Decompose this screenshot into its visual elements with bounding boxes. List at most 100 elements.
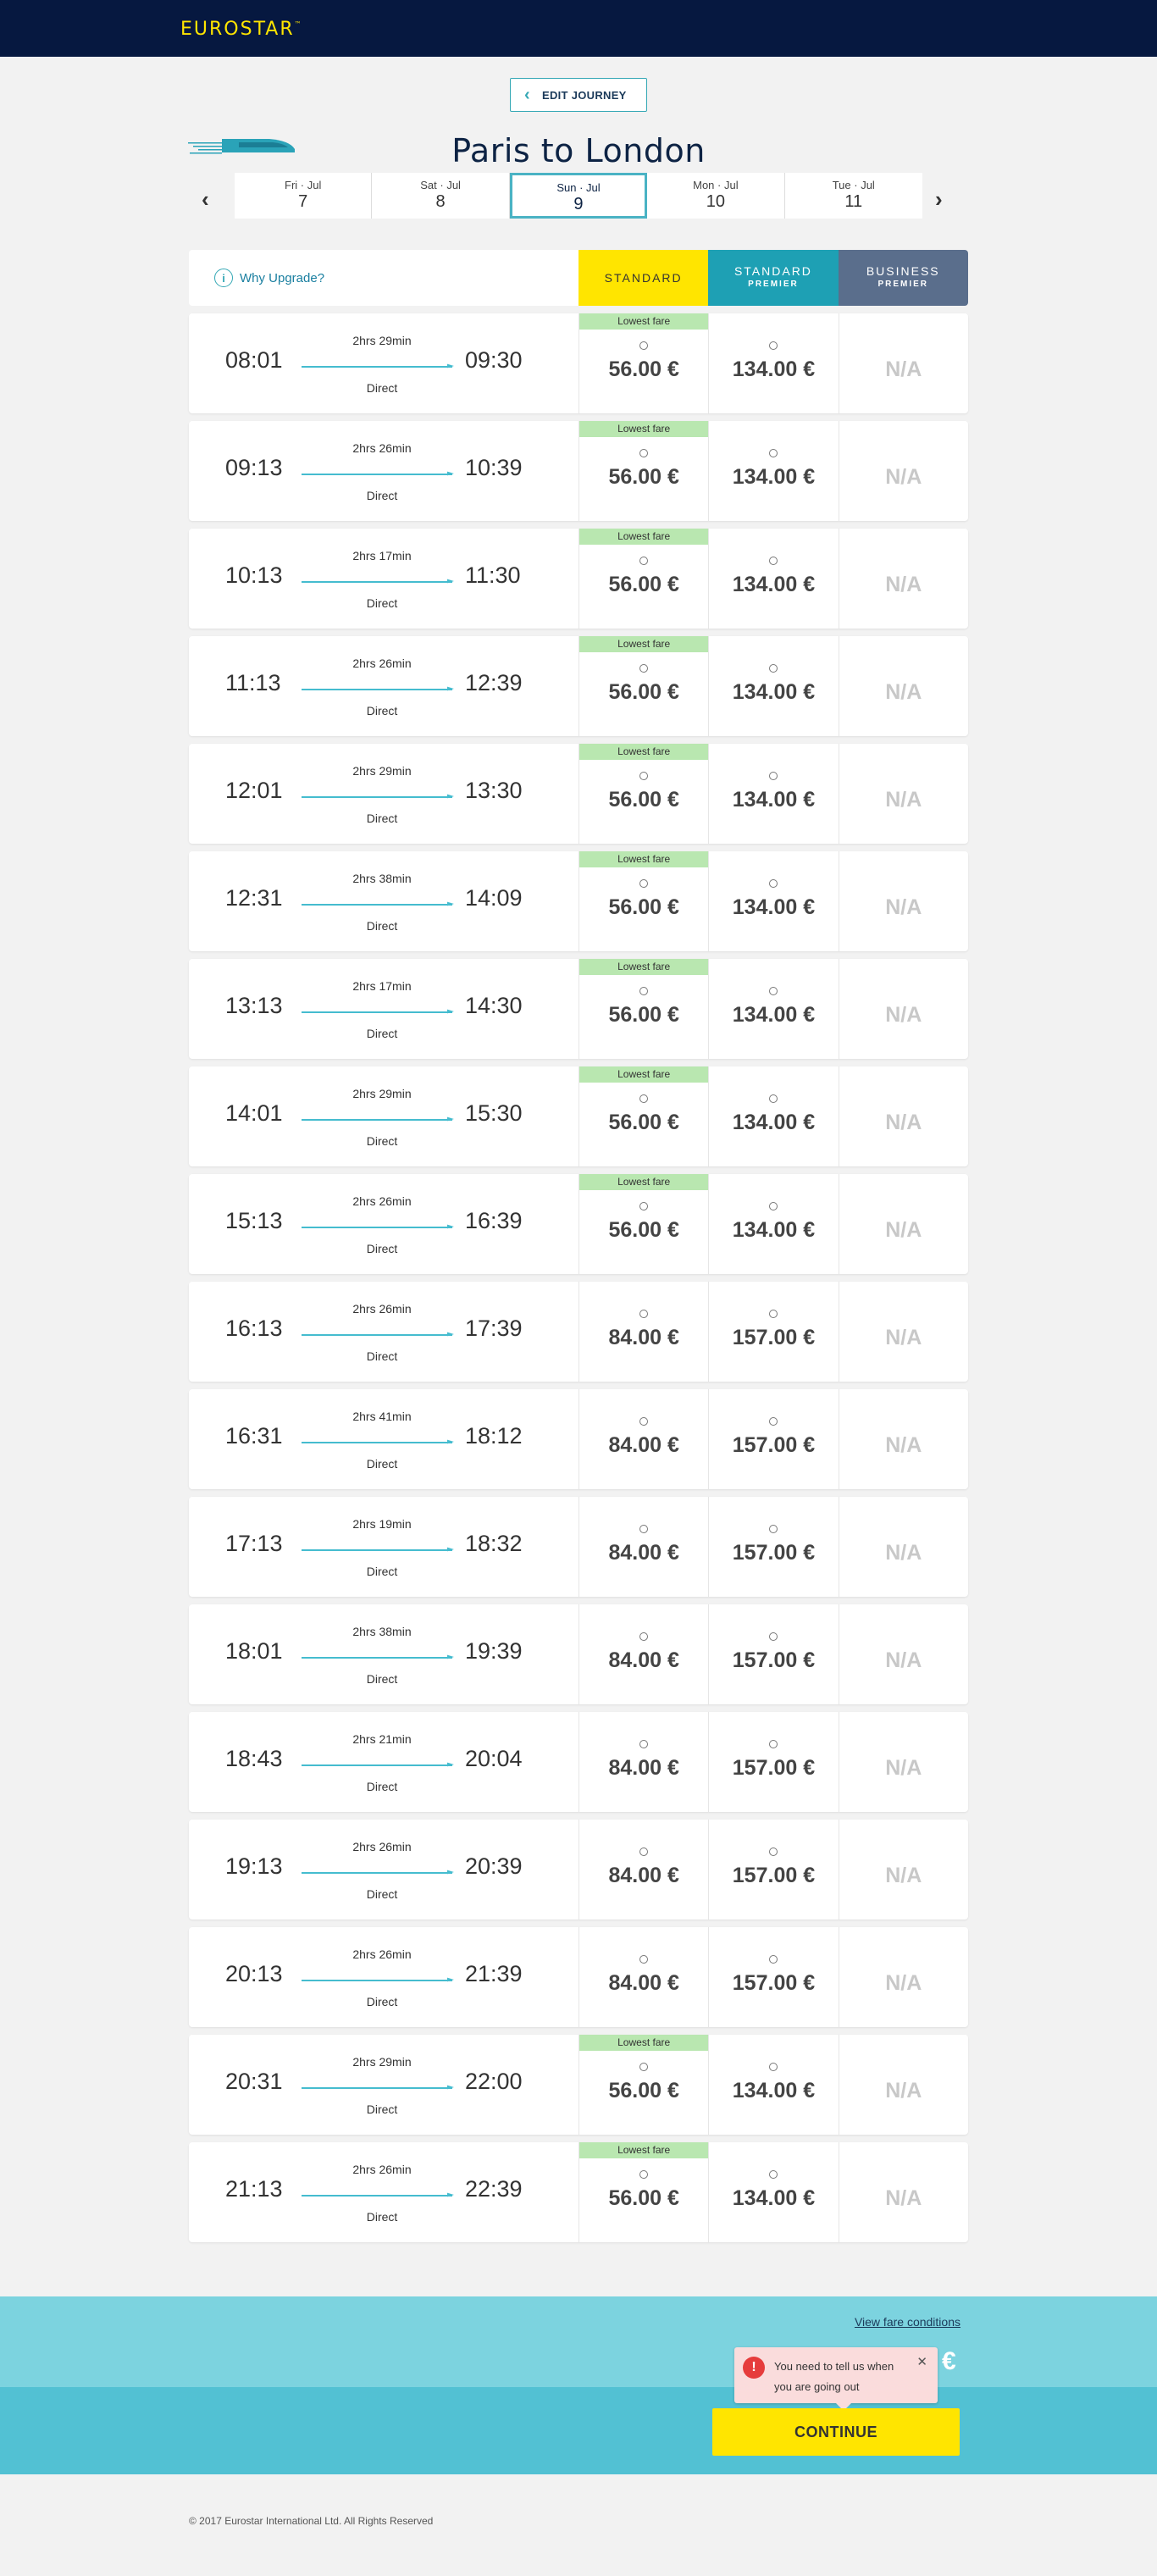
radio-button[interactable] [769, 341, 778, 350]
standard-premier-fare-option[interactable]: 134.00 € [708, 2035, 838, 2135]
lowest-fare-badge: Lowest fare [579, 529, 709, 545]
date-tab-9[interactable]: Sun · Jul 9 [509, 173, 648, 219]
radio-button[interactable] [769, 1310, 778, 1318]
standard-premier-fare-option[interactable]: 157.00 € [708, 1497, 838, 1597]
view-fare-conditions-link[interactable]: View fare conditions [855, 2315, 960, 2329]
standard-fare-option[interactable]: Lowest fare 56.00 € [578, 2035, 709, 2135]
radio-button[interactable] [639, 1310, 649, 1318]
radio-button[interactable] [769, 1094, 778, 1103]
radio-button[interactable] [639, 879, 649, 888]
standard-premier-fare-option[interactable]: 134.00 € [708, 959, 838, 1059]
journey-row: 18:43 2hrs 21min Direct 20:04 84.00 € 157.00 … [189, 1712, 968, 1812]
not-available-label: N/A [885, 1541, 922, 1565]
standard-fare-option[interactable]: Lowest fare 56.00 € [578, 1174, 709, 1274]
next-dates-arrow-icon[interactable]: › [935, 186, 943, 213]
radio-button[interactable] [769, 449, 778, 457]
business-premier-fare-option: N/A [838, 2035, 968, 2135]
journey-row: 18:01 2hrs 38min Direct 19:39 84.00 € 157.00 … [189, 1604, 968, 1704]
radio-button[interactable] [639, 1955, 649, 1964]
standard-premier-fare-option[interactable]: 157.00 € [708, 1604, 838, 1704]
standard-fare-option[interactable]: Lowest fare 56.00 € [578, 2142, 709, 2242]
standard-fare-option[interactable]: Lowest fare 56.00 € [578, 1066, 709, 1166]
standard-fare-option[interactable]: 84.00 € [578, 1927, 708, 2027]
standard-premier-fare-option[interactable]: 134.00 € [708, 421, 838, 521]
radio-button[interactable] [769, 1632, 778, 1641]
continue-button[interactable]: CONTINUE [712, 2408, 960, 2456]
radio-button[interactable] [769, 772, 778, 780]
date-tab-8[interactable]: Sat · Jul 8 [372, 173, 510, 219]
standard-fare-option[interactable]: 84.00 € [578, 1282, 708, 1382]
journey-arrow-icon [302, 689, 452, 690]
standard-fare-option[interactable]: Lowest fare 56.00 € [578, 529, 709, 629]
radio-button[interactable] [769, 1417, 778, 1426]
standard-fare-option[interactable]: Lowest fare 56.00 € [578, 959, 709, 1059]
close-icon[interactable]: ✕ [916, 2354, 927, 2369]
radio-button[interactable] [639, 1740, 649, 1748]
radio-button[interactable] [639, 449, 649, 457]
standard-premier-fare-option[interactable]: 157.00 € [708, 1927, 838, 2027]
standard-premier-fare-option[interactable]: 134.00 € [708, 1174, 838, 1274]
standard-fare-option[interactable]: 84.00 € [578, 1389, 708, 1489]
standard-premier-fare-option[interactable]: 134.00 € [708, 1066, 838, 1166]
standard-premier-fare-option[interactable]: 134.00 € [708, 636, 838, 736]
radio-button[interactable] [639, 1202, 649, 1210]
radio-button[interactable] [639, 1417, 649, 1426]
radio-button[interactable] [639, 1632, 649, 1641]
radio-button[interactable] [769, 557, 778, 565]
radio-button[interactable] [769, 1955, 778, 1964]
standard-fare-option[interactable]: Lowest fare 56.00 € [578, 313, 709, 413]
standard-fare-option[interactable]: 84.00 € [578, 1604, 708, 1704]
standard-premier-fare-option[interactable]: 157.00 € [708, 1820, 838, 1920]
departure-time: 14:01 [225, 1100, 283, 1126]
radio-button[interactable] [639, 772, 649, 780]
radio-button[interactable] [769, 664, 778, 673]
standard-premier-fare-option[interactable]: 157.00 € [708, 1389, 838, 1489]
journey-duration: 2hrs 38min [352, 1625, 412, 1638]
radio-button[interactable] [639, 987, 649, 995]
standard-premier-fare-option[interactable]: 157.00 € [708, 1712, 838, 1812]
standard-premier-fare-option[interactable]: 157.00 € [708, 1282, 838, 1382]
radio-button[interactable] [769, 879, 778, 888]
radio-button[interactable] [769, 1848, 778, 1856]
standard-premier-fare-price: 134.00 € [732, 465, 816, 489]
radio-button[interactable] [639, 1525, 649, 1533]
standard-fare-option[interactable]: Lowest fare 56.00 € [578, 744, 709, 844]
date-tab-7[interactable]: Fri · Jul 7 [235, 173, 373, 219]
prev-dates-arrow-icon[interactable]: ‹ [202, 186, 209, 213]
standard-premier-fare-option[interactable]: 134.00 € [708, 2142, 838, 2242]
radio-button[interactable] [769, 1202, 778, 1210]
radio-button[interactable] [639, 664, 649, 673]
journey-duration: 2hrs 29min [352, 1087, 412, 1100]
eurostar-logo[interactable]: EUROSTAR™ [180, 19, 302, 40]
radio-button[interactable] [639, 341, 649, 350]
radio-button[interactable] [769, 987, 778, 995]
radio-button[interactable] [769, 2063, 778, 2071]
why-upgrade-link[interactable]: i Why Upgrade? [189, 250, 578, 306]
date-weekday-month: Mon · Jul [693, 179, 739, 191]
standard-fare-option[interactable]: 84.00 € [578, 1497, 708, 1597]
journey-arrow-icon [302, 474, 452, 475]
standard-premier-fare-option[interactable]: 134.00 € [708, 851, 838, 951]
standard-fare-option[interactable]: Lowest fare 56.00 € [578, 851, 709, 951]
standard-fare-option[interactable]: 84.00 € [578, 1820, 708, 1920]
radio-button[interactable] [639, 2170, 649, 2179]
radio-button[interactable] [639, 1094, 649, 1103]
standard-fare-option[interactable]: Lowest fare 56.00 € [578, 636, 709, 736]
radio-button[interactable] [639, 557, 649, 565]
journey-row: 09:13 2hrs 26min Direct 10:39 Lowest fare 56.… [189, 421, 968, 521]
radio-button[interactable] [769, 2170, 778, 2179]
radio-button[interactable] [769, 1740, 778, 1748]
standard-premier-fare-option[interactable]: 134.00 € [708, 744, 838, 844]
date-tab-10[interactable]: Mon · Jul 10 [647, 173, 785, 219]
radio-button[interactable] [769, 1525, 778, 1533]
date-tab-11[interactable]: Tue · Jul 11 [785, 173, 922, 219]
edit-journey-button[interactable]: ‹ EDIT JOURNEY [510, 78, 647, 112]
radio-button[interactable] [639, 1848, 649, 1856]
standard-premier-fare-option[interactable]: 134.00 € [708, 529, 838, 629]
radio-button[interactable] [639, 2063, 649, 2071]
class-header-business-premier: BUSINESS PREMIER [838, 250, 968, 306]
standard-fare-option[interactable]: Lowest fare 56.00 € [578, 421, 709, 521]
standard-fare-option[interactable]: 84.00 € [578, 1712, 708, 1812]
lowest-fare-badge: Lowest fare [579, 313, 709, 330]
standard-premier-fare-option[interactable]: 134.00 € [708, 313, 838, 413]
